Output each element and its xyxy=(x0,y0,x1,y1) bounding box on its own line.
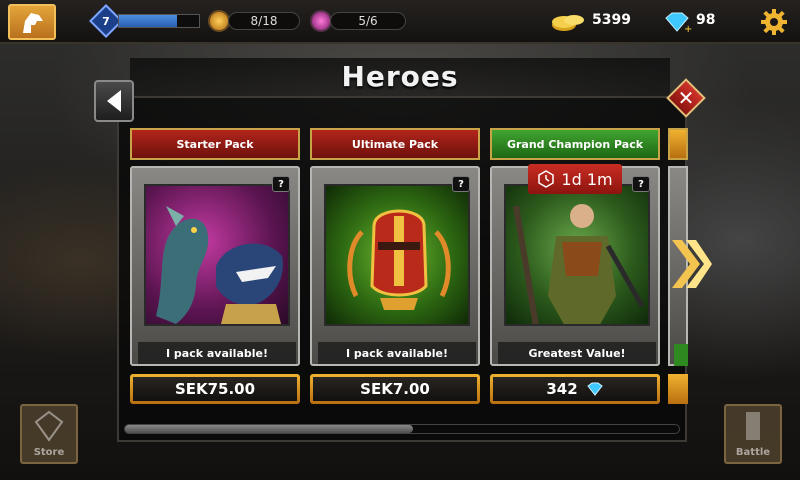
xp-bar xyxy=(118,14,200,28)
soul-gem-counter: 5/6 xyxy=(330,12,406,30)
pack-caption: I pack available! xyxy=(138,342,296,364)
dragon-and-shark-hero-image xyxy=(156,206,283,324)
gold-amount: 5399 xyxy=(592,12,631,28)
pack-artwork xyxy=(324,184,470,326)
chevron-right-icon[interactable] xyxy=(668,238,714,290)
player-avatar[interactable] xyxy=(8,4,56,40)
pack-card-starter[interactable]: Starter Pack ? I pack available! SEK75.0… xyxy=(130,128,300,406)
buy-button[interactable]: SEK75.00 xyxy=(130,374,300,404)
price-label: 342 xyxy=(546,380,578,398)
diamond-icon: + xyxy=(665,12,692,33)
golden-helmet-image xyxy=(347,209,451,310)
scrollbar-thumb[interactable] xyxy=(125,425,414,433)
price-label: SEK75.00 xyxy=(174,380,256,398)
pack-scrollbar[interactable] xyxy=(124,424,680,434)
pack-header: Grand Champion Pack xyxy=(490,128,660,160)
pack-caption: Greatest Value! xyxy=(498,342,656,364)
pack-header: Starter Pack xyxy=(130,128,300,160)
store-nav-label: Store xyxy=(33,447,65,458)
offer-timer-badge: 1d 1m xyxy=(528,164,622,194)
pack-artwork xyxy=(144,184,290,326)
close-icon: ✕ xyxy=(677,86,695,110)
diamond-amount: 98 xyxy=(696,12,716,28)
pack-frame: ? I pack available! xyxy=(310,166,480,366)
store-icon xyxy=(34,410,64,442)
battle-nav-button[interactable]: Battle xyxy=(724,404,782,464)
help-icon[interactable]: ? xyxy=(632,176,650,192)
gold-coins-icon xyxy=(552,15,584,31)
level-number: 7 xyxy=(102,14,110,28)
xp-bar-fill xyxy=(119,15,177,27)
soul-gem-icon xyxy=(310,10,332,32)
gear-icon[interactable] xyxy=(760,8,788,36)
timer-icon xyxy=(538,170,555,188)
price-label: SEK7.00 xyxy=(360,380,430,398)
svg-text:+: + xyxy=(684,24,692,33)
offer-timer-text: 1d 1m xyxy=(561,169,613,189)
horse-head-icon xyxy=(23,13,43,33)
pack-card-ultimate[interactable]: Ultimate Pack ? I pack available! SEK7.0… xyxy=(310,128,480,406)
energy-icon xyxy=(208,10,230,32)
close-button[interactable]: ✕ xyxy=(666,78,706,118)
store-nav-button[interactable]: Store xyxy=(20,404,78,464)
top-bar: 7 8/18 5/6 5399 + 98 xyxy=(0,0,800,44)
battle-icon xyxy=(746,412,760,440)
pack-caption: I pack available! xyxy=(318,342,476,364)
battle-nav-label: Battle xyxy=(735,447,771,458)
buy-button[interactable]: SEK7.00 xyxy=(310,374,480,404)
pack-artwork xyxy=(504,184,650,326)
help-icon[interactable]: ? xyxy=(452,176,470,192)
energy-counter: 8/18 xyxy=(228,12,300,30)
pack-header: Ultimate Pack xyxy=(310,128,480,160)
help-icon[interactable]: ? xyxy=(272,176,290,192)
chevron-left-icon xyxy=(107,90,121,112)
pack-frame: ? Greatest Value! xyxy=(490,166,660,366)
back-button[interactable] xyxy=(94,80,134,122)
diamond-icon xyxy=(586,382,603,396)
pack-frame: ? I pack available! xyxy=(130,166,300,366)
buy-button[interactable]: 342 xyxy=(490,374,660,404)
elf-champion-image xyxy=(513,204,645,324)
